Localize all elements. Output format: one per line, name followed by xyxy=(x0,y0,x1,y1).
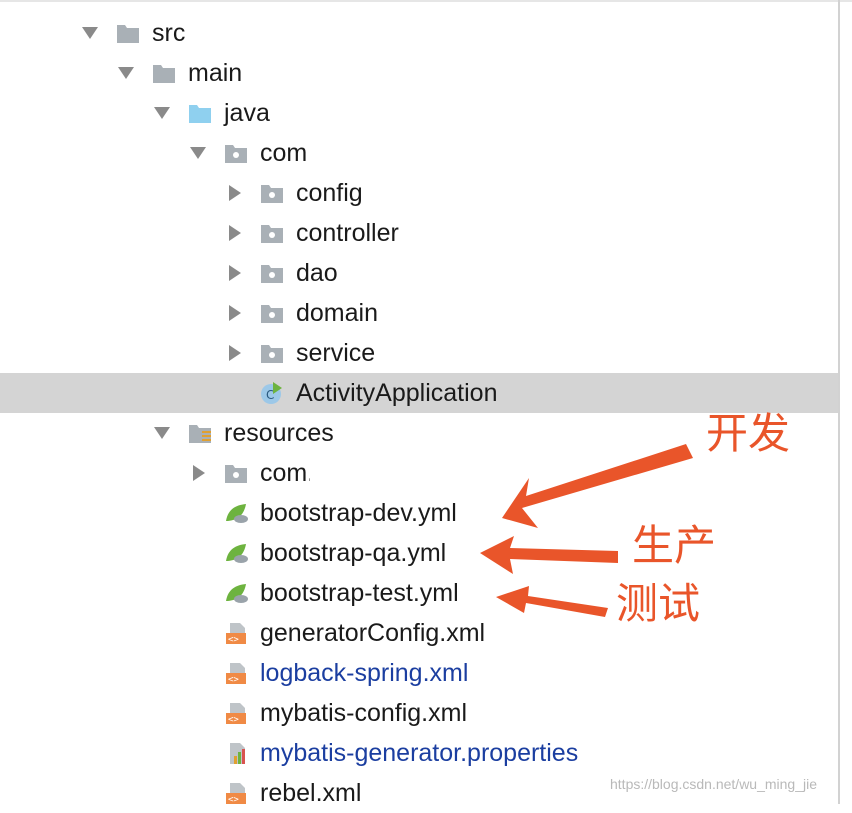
package-icon xyxy=(260,181,284,205)
expand-arrow-down-icon[interactable] xyxy=(190,145,206,161)
tree-row-dao[interactable]: dao xyxy=(0,253,838,293)
spring-boot-class-icon: C xyxy=(260,381,284,405)
tree-row-activityapplication[interactable]: C ActivityApplication xyxy=(0,373,838,413)
tree-row-generatorconfig-xml[interactable]: <> generatorConfig.xml xyxy=(0,613,838,653)
xml-file-icon: <> xyxy=(224,621,248,645)
annotation-prod: 生产 xyxy=(632,521,717,570)
tree-row-label: service xyxy=(296,339,376,367)
expand-arrow-down-icon[interactable] xyxy=(118,65,134,81)
collapse-arrow-right-icon[interactable] xyxy=(226,345,242,361)
tree-row-label: java xyxy=(224,99,270,127)
expand-arrow-down-icon[interactable] xyxy=(82,25,98,41)
tree-row-label: generatorConfig.xml xyxy=(260,619,486,647)
xml-file-icon: <> xyxy=(224,781,248,805)
tree-row-label: mybatis-generator.properties xyxy=(260,739,579,767)
tree-row-label: mybatis-config.xml xyxy=(260,699,467,727)
expand-arrow-down-icon[interactable] xyxy=(154,425,170,441)
svg-text:<>: <> xyxy=(228,715,239,725)
resources-folder-icon xyxy=(188,421,212,445)
svg-text:<>: <> xyxy=(228,675,239,685)
package-icon xyxy=(260,261,284,285)
tree-row-label: com xyxy=(260,139,308,167)
tree-row-label: logback-spring.xml xyxy=(260,659,469,687)
tree-row-label: main xyxy=(188,59,243,87)
tree-row-mybatis-config-xml[interactable]: <> mybatis-config.xml xyxy=(0,693,838,733)
redaction-mask xyxy=(310,458,428,488)
package-icon xyxy=(224,141,248,165)
xml-file-icon: <> xyxy=(224,701,248,725)
package-icon xyxy=(260,221,284,245)
tree-row-java[interactable]: java xyxy=(0,93,838,133)
panel-right-border xyxy=(838,0,840,804)
properties-file-icon xyxy=(224,741,248,765)
collapse-arrow-right-icon[interactable] xyxy=(226,305,242,321)
tree-row-domain[interactable]: domain xyxy=(0,293,838,333)
tree-row-service[interactable]: service xyxy=(0,333,838,373)
spring-yml-icon xyxy=(224,581,248,605)
watermark: https://blog.csdn.net/wu_ming_jie xyxy=(610,776,818,792)
tree-row-label: rebel.xml xyxy=(260,779,362,807)
collapse-arrow-right-icon[interactable] xyxy=(190,465,206,481)
tree-row-label: bootstrap-qa.yml xyxy=(260,539,447,567)
folder-icon xyxy=(152,61,176,85)
tree-row-com[interactable]: com xyxy=(0,133,838,173)
tree-row-label: src xyxy=(152,19,186,47)
tree-row-bootstrap-test-yml[interactable]: bootstrap-test.yml xyxy=(0,573,838,613)
annotation-dev: 开发 xyxy=(706,409,791,458)
package-icon xyxy=(260,341,284,365)
collapse-arrow-right-icon[interactable] xyxy=(226,185,242,201)
tree-row-mybatis-generator-properties[interactable]: mybatis-generator.properties xyxy=(0,733,838,773)
xml-file-icon: <> xyxy=(224,661,248,685)
collapse-arrow-right-icon[interactable] xyxy=(226,225,242,241)
tree-row-main[interactable]: main xyxy=(0,53,838,93)
tree-row-label: resources xyxy=(224,419,334,447)
tree-row-config[interactable]: config xyxy=(0,173,838,213)
tree-row-label: dao xyxy=(296,259,338,287)
folder-icon xyxy=(116,21,140,45)
tree-row-label: bootstrap-dev.yml xyxy=(260,499,457,527)
collapse-arrow-right-icon[interactable] xyxy=(226,265,242,281)
tree-row-label: domain xyxy=(296,299,378,327)
package-icon xyxy=(260,301,284,325)
tree-row-controller[interactable]: controller xyxy=(0,213,838,253)
tree-row-label: ActivityApplication xyxy=(296,379,498,407)
tree-row-label: controller xyxy=(296,219,399,247)
top-divider xyxy=(0,0,852,2)
tree-row-logback-spring-xml[interactable]: <> logback-spring.xml xyxy=(0,653,838,693)
svg-text:<>: <> xyxy=(228,635,239,645)
source-folder-icon xyxy=(188,101,212,125)
spring-yml-icon xyxy=(224,501,248,525)
annotation-test: 测试 xyxy=(616,579,701,628)
expand-arrow-down-icon[interactable] xyxy=(154,105,170,121)
tree-row-label: bootstrap-test.yml xyxy=(260,579,459,607)
spring-yml-icon xyxy=(224,541,248,565)
package-icon xyxy=(224,461,248,485)
tree-row-label: config xyxy=(296,179,363,207)
tree-row-src[interactable]: src xyxy=(0,13,838,53)
